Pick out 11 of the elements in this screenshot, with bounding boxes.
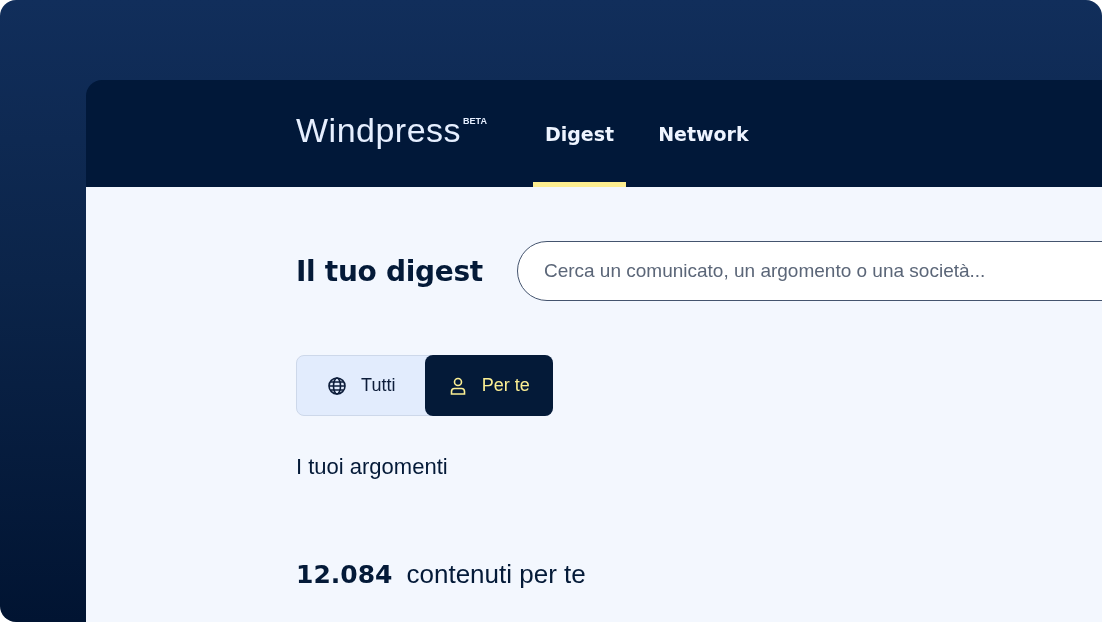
content-count: 12.084 xyxy=(296,560,393,589)
beta-label: BETA xyxy=(463,116,487,126)
filter-toggle[interactable]: Per te xyxy=(424,355,553,416)
page-title: Il tuo digest xyxy=(296,254,483,288)
globe-icon xyxy=(327,375,348,396)
section-heading: I tuoi argomenti xyxy=(296,454,449,480)
nav-tab[interactable]: Network xyxy=(646,80,761,187)
count-label: contenuti per te xyxy=(406,559,586,590)
search-field[interactable]: Cerca un comunicato, un argomento o una società... xyxy=(516,241,1102,301)
brand-logo[interactable]: Windpress xyxy=(296,110,462,150)
filter-toggle[interactable]: Tutti xyxy=(297,356,426,415)
